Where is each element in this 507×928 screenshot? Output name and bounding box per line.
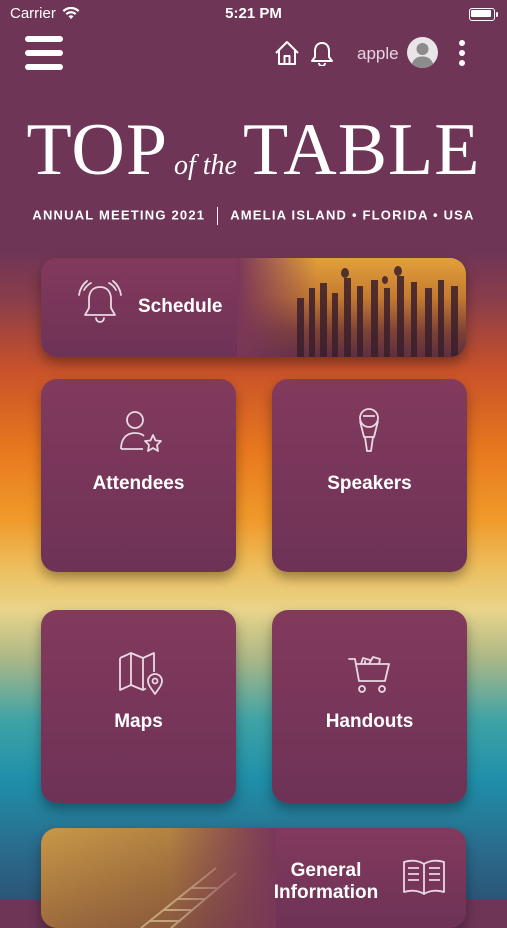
schedule-label: Schedule [138,296,223,317]
logo-of-the-text: of the [173,150,237,181]
hamburger-menu-button[interactable] [25,36,63,70]
event-subtitle: ANNUAL MEETING 2021 AMELIA ISLAND • FLORI… [0,207,507,225]
open-book-icon [403,859,445,895]
attendees-tile[interactable]: Attendees [41,379,236,572]
microphone-icon [359,408,379,452]
handouts-tile[interactable]: Handouts [272,610,467,803]
event-logo: TOP of theTABLE [0,108,507,193]
speakers-label: Speakers [327,473,412,494]
bell-icon[interactable] [309,40,335,66]
maps-tile[interactable]: Maps [41,610,236,803]
schedule-tile[interactable]: Schedule [41,258,466,357]
home-icon[interactable] [274,40,300,66]
person-star-icon [120,411,162,452]
general-information-label: General Information [256,860,396,904]
logo-table-text: TABLE [242,109,481,191]
general-information-tile[interactable]: General Information [41,828,466,928]
speakers-tile[interactable]: Speakers [272,379,467,572]
nav-bar: apple [0,28,507,81]
map-pin-icon [119,652,163,695]
maps-label: Maps [114,711,163,732]
status-time: 5:21 PM [225,5,282,22]
event-location: AMELIA ISLAND • FLORIDA • USA [230,207,475,223]
general-label-line1: General [290,860,362,881]
logo-top-text: TOP [26,109,168,191]
user-name[interactable]: apple [357,44,399,64]
boardwalk-photo [41,828,276,928]
event-header: TOP of theTABLE ANNUAL MEETING 2021 AMELIA… [0,80,507,250]
user-silhouette-icon [411,43,434,68]
pier-photo [237,258,466,357]
subtitle-divider [217,207,219,225]
alarm-bell-icon [78,280,122,323]
shopping-cart-icon [348,656,390,693]
status-bar: Carrier 5:21 PM [0,0,507,28]
event-meeting-name: ANNUAL MEETING 2021 [32,207,206,223]
handouts-label: Handouts [325,711,414,732]
avatar[interactable] [407,37,438,68]
more-options-button[interactable] [457,40,467,66]
attendees-label: Attendees [92,473,185,494]
battery-icon [469,8,498,21]
